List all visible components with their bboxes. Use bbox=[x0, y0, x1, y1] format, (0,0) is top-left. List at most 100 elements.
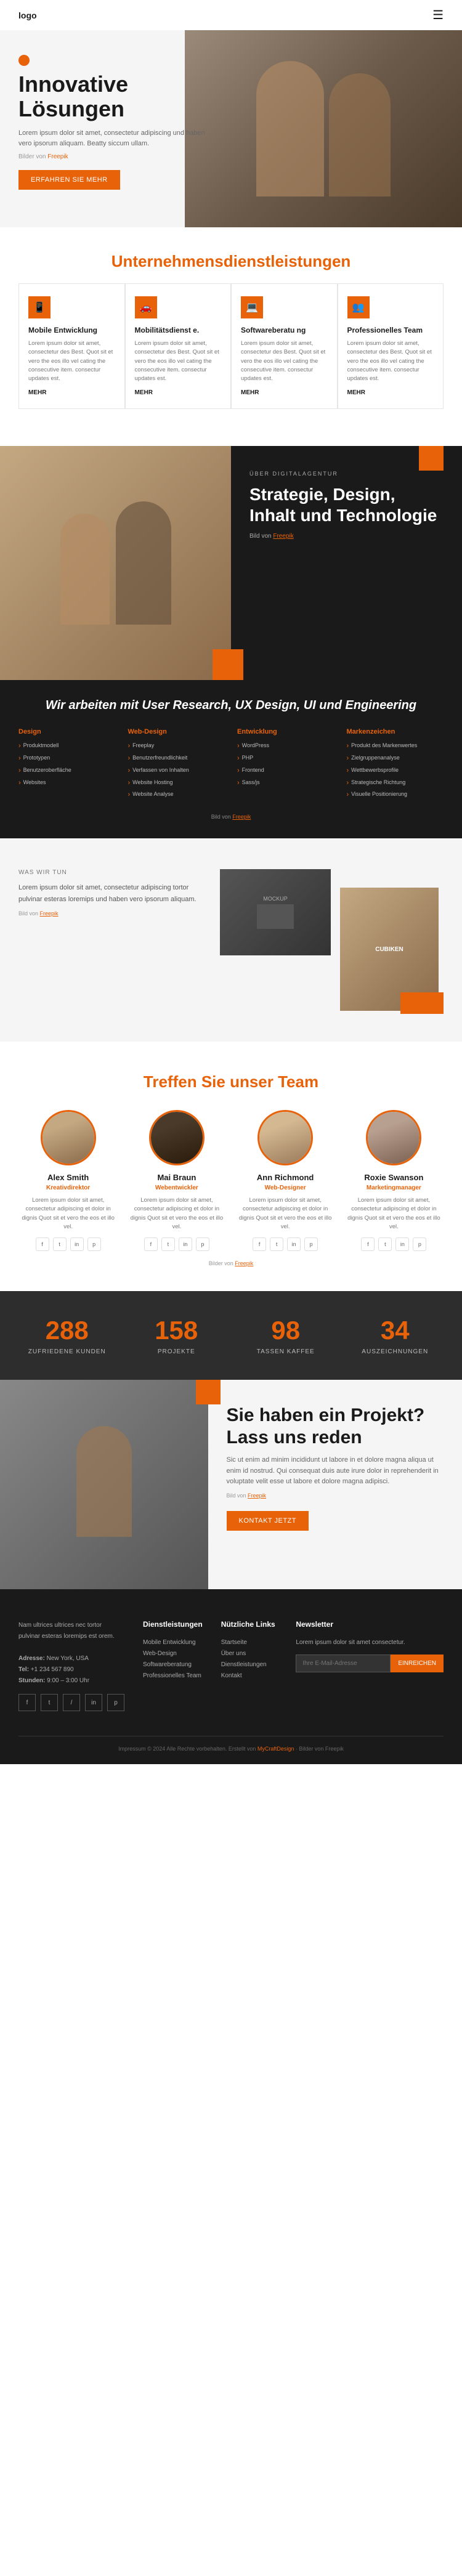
footer-bottom-link[interactable]: MyCraftDesign bbox=[257, 1746, 294, 1752]
hero-cta-button[interactable]: ERFAHREN SIE MEHR bbox=[18, 170, 120, 190]
footer-services-title: Dienstleistungen bbox=[143, 1620, 203, 1629]
footer-brand-text: Nam ultrices ultrices nec tortor pulvina… bbox=[18, 1620, 124, 1642]
stat-label-0: ZUFRIEDENE KUNDEN bbox=[18, 1348, 116, 1355]
ux-columns: Design Produktmodell Prototypen Benutzer… bbox=[18, 728, 444, 801]
ux-item-w3: Website Hosting bbox=[128, 777, 225, 790]
ux-col-brand-title: Markenzeichen bbox=[347, 728, 444, 735]
footer-social-yt[interactable]: / bbox=[63, 1694, 80, 1711]
service-icon-0: 📱 bbox=[28, 296, 51, 318]
contact-cta-button[interactable]: KONTAKT JETZT bbox=[227, 1511, 309, 1531]
social-fb-1[interactable]: f bbox=[144, 1237, 158, 1251]
hero-image-inner bbox=[185, 30, 462, 227]
social-tw-2[interactable]: t bbox=[270, 1237, 283, 1251]
contact-image bbox=[0, 1380, 208, 1589]
cubiken-label: CUBIKEN bbox=[375, 946, 403, 953]
stat-1: 158 PROJEKTE bbox=[128, 1316, 225, 1355]
social-fb-2[interactable]: f bbox=[253, 1237, 266, 1251]
stats-section: 288 ZUFRIEDENE KUNDEN 158 PROJEKTE 98 TA… bbox=[0, 1291, 462, 1380]
social-tw-1[interactable]: t bbox=[161, 1237, 175, 1251]
mock-image-1: MOCKUP bbox=[220, 869, 331, 955]
footer-social-tw[interactable]: t bbox=[41, 1694, 58, 1711]
footer-bottom: Impressum © 2024 Alle Rechte vorbehalten… bbox=[18, 1736, 444, 1752]
footer-col-brand: Nam ultrices ultrices nec tortor pulvina… bbox=[18, 1620, 124, 1711]
footer-socials: f t / in p bbox=[18, 1694, 124, 1711]
team-credit-link[interactable]: Freepik bbox=[235, 1260, 253, 1266]
social-in-2[interactable]: in bbox=[287, 1237, 301, 1251]
contact-section: Sie haben ein Projekt? Lass uns reden Si… bbox=[0, 1380, 462, 1589]
ux-item-v0: WordPress bbox=[237, 740, 334, 753]
avatar-img-1 bbox=[151, 1112, 203, 1164]
team-role-1: Webentwickler bbox=[127, 1185, 226, 1191]
social-pi-3[interactable]: p bbox=[413, 1237, 426, 1251]
service-more-1[interactable]: MEHR bbox=[135, 389, 222, 396]
social-in-3[interactable]: in bbox=[395, 1237, 409, 1251]
service-text-3: Lorem ipsum dolor sit amet, consectetur … bbox=[347, 339, 434, 383]
team-desc-1: Lorem ipsum dolor sit amet, consectetur … bbox=[127, 1196, 226, 1231]
footer-address: Adresse: New York, USA bbox=[18, 1653, 124, 1664]
whatwedo-credit-link[interactable]: Freepik bbox=[40, 910, 59, 917]
team-desc-3: Lorem ipsum dolor sit amet, consectetur … bbox=[344, 1196, 444, 1231]
social-in-1[interactable]: in bbox=[179, 1237, 192, 1251]
footer-link-1[interactable]: Über uns bbox=[221, 1648, 278, 1659]
team-grid: Alex Smith Kreativdirektor Lorem ipsum d… bbox=[18, 1110, 444, 1251]
ux-item-b1: Zielgruppenanalyse bbox=[347, 753, 444, 765]
ux-item-d1: Prototypen bbox=[18, 753, 116, 765]
social-in-0[interactable]: in bbox=[70, 1237, 84, 1251]
stat-label-2: TASSEN KAFFEE bbox=[237, 1348, 334, 1355]
orange-accent-bottom bbox=[213, 649, 243, 680]
footer-link-3[interactable]: Kontakt bbox=[221, 1671, 278, 1682]
team-avatar-2 bbox=[257, 1110, 313, 1165]
strategy-title: Strategie, Design, Inhalt und Technologi… bbox=[249, 484, 444, 525]
footer-social-pi[interactable]: p bbox=[107, 1694, 124, 1711]
footer-email-input[interactable] bbox=[296, 1655, 391, 1672]
team-avatar-1 bbox=[149, 1110, 205, 1165]
footer-social-in[interactable]: in bbox=[85, 1694, 102, 1711]
social-pi-0[interactable]: p bbox=[87, 1237, 101, 1251]
whatwedo-text: Lorem ipsum dolor sit amet, consectetur … bbox=[18, 882, 201, 905]
ux-credit-link[interactable]: Freepik bbox=[232, 814, 251, 820]
service-icon-2: 💻 bbox=[241, 296, 263, 318]
ux-item-w1: Benutzerfreundlichkeit bbox=[128, 753, 225, 765]
service-card-1: 🚗 Mobilitätsdienst e. Lorem ipsum dolor … bbox=[125, 283, 232, 409]
footer-link-2[interactable]: Dienstleistungen bbox=[221, 1659, 278, 1671]
footer-social-fb[interactable]: f bbox=[18, 1694, 36, 1711]
stat-label-3: AUSZEICHNUNGEN bbox=[347, 1348, 444, 1355]
stat-2: 98 TASSEN KAFFEE bbox=[237, 1316, 334, 1355]
strategy-label: ÜBER DIGITALAGENTUR bbox=[249, 471, 444, 477]
stat-number-0: 288 bbox=[18, 1316, 116, 1345]
orange-accent-wwd bbox=[400, 992, 444, 1014]
team-role-3: Marketingmanager bbox=[344, 1185, 444, 1191]
team-role-2: Web-Designer bbox=[236, 1185, 335, 1191]
contact-content: Sie haben ein Projekt? Lass uns reden Si… bbox=[208, 1380, 462, 1589]
contact-credit-link[interactable]: Freepik bbox=[248, 1493, 266, 1499]
social-tw-3[interactable]: t bbox=[378, 1237, 392, 1251]
service-more-0[interactable]: MEHR bbox=[28, 389, 115, 396]
services-grid: 📱 Mobile Entwicklung Lorem ipsum dolor s… bbox=[0, 283, 462, 434]
ux-item-v1: PHP bbox=[237, 753, 334, 765]
social-fb-0[interactable]: f bbox=[36, 1237, 49, 1251]
hero-credit-link[interactable]: Freepik bbox=[47, 153, 68, 160]
footer-grid: Nam ultrices ultrices nec tortor pulvina… bbox=[18, 1620, 444, 1711]
ux-item-w2: Verfassen von Inhalten bbox=[128, 765, 225, 777]
footer-link-0[interactable]: Startseite bbox=[221, 1637, 278, 1648]
team-avatar-0 bbox=[41, 1110, 96, 1165]
social-tw-0[interactable]: t bbox=[53, 1237, 67, 1251]
whatwedo-section: WAS WIR TUN Lorem ipsum dolor sit amet, … bbox=[0, 838, 462, 1042]
footer-submit-button[interactable]: EINREICHEN bbox=[391, 1655, 444, 1672]
footer-newsletter-title: Newsletter bbox=[296, 1620, 444, 1629]
hero-content: Innovative Lösungen Lorem ipsum dolor si… bbox=[18, 55, 210, 190]
ux-col-design: Design Produktmodell Prototypen Benutzer… bbox=[18, 728, 116, 801]
footer-hours: Stunden: 9:00 – 3:00 Uhr bbox=[18, 1675, 124, 1687]
team-name-3: Roxie Swanson bbox=[344, 1173, 444, 1182]
strategy-credit-link[interactable]: Freepik bbox=[273, 533, 293, 540]
ux-item-b4: Visuelle Positionierung bbox=[347, 789, 444, 801]
social-fb-3[interactable]: f bbox=[361, 1237, 375, 1251]
menu-icon[interactable]: ☰ bbox=[432, 7, 444, 23]
service-more-2[interactable]: MEHR bbox=[241, 389, 328, 396]
social-pi-2[interactable]: p bbox=[304, 1237, 318, 1251]
service-more-3[interactable]: MEHR bbox=[347, 389, 434, 396]
service-text-2: Lorem ipsum dolor sit amet, consectetur … bbox=[241, 339, 328, 383]
social-pi-1[interactable]: p bbox=[196, 1237, 209, 1251]
team-socials-1: f t in p bbox=[127, 1237, 226, 1251]
strategy-image bbox=[0, 446, 231, 680]
